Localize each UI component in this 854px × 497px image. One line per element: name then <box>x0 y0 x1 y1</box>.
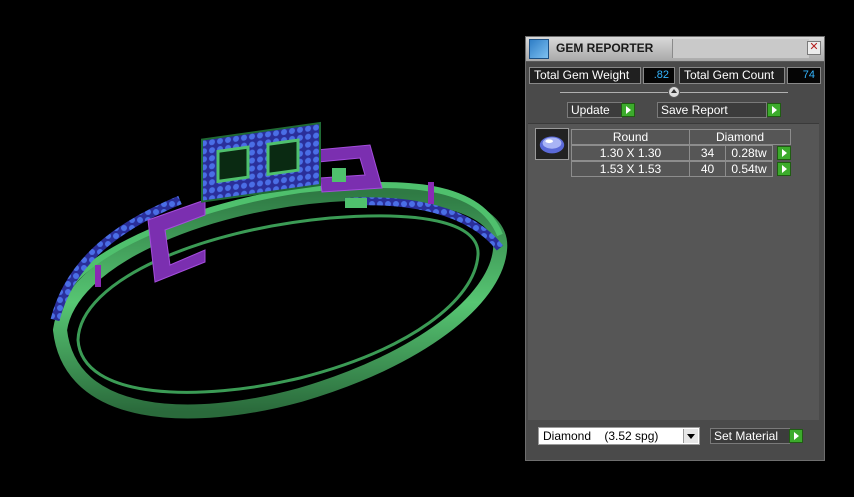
update-button[interactable]: Update <box>567 102 622 118</box>
update-play-arrow-icon[interactable] <box>621 103 635 117</box>
row-2-size: 1.53 X 1.53 <box>571 161 690 177</box>
total-gem-count-value: 74 <box>787 67 821 84</box>
total-gem-weight-value: .82 <box>643 67 675 84</box>
bracelet-model <box>50 121 508 419</box>
3d-viewport[interactable] <box>0 0 520 492</box>
row-2-weight: 0.54tw <box>725 161 773 177</box>
header-shape: Round <box>571 129 690 145</box>
row-1-play-arrow-icon[interactable] <box>777 146 791 160</box>
titlebar-handle <box>672 39 809 58</box>
dropdown-arrow-icon[interactable] <box>683 429 698 443</box>
total-gem-count-label: Total Gem Count <box>679 67 785 84</box>
gem-thumbnail-icon[interactable] <box>535 128 569 160</box>
material-select[interactable]: Diamond (3.52 spg) <box>538 427 700 445</box>
divider-toggle-icon[interactable] <box>668 86 680 98</box>
row-1-count: 34 <box>689 145 726 161</box>
header-material: Diamond <box>689 129 791 145</box>
close-icon[interactable]: ✕ <box>807 41 821 55</box>
save-report-play-arrow-icon[interactable] <box>767 103 781 117</box>
total-gem-weight-label: Total Gem Weight <box>529 67 641 84</box>
row-1-weight: 0.28tw <box>725 145 773 161</box>
row-2-count: 40 <box>689 161 726 177</box>
set-material-button[interactable]: Set Material <box>710 428 790 444</box>
panel-title: GEM REPORTER <box>556 41 654 55</box>
row-1-size: 1.30 X 1.30 <box>571 145 690 161</box>
material-select-value: Diamond (3.52 spg) <box>543 429 659 443</box>
panel-titlebar[interactable]: GEM REPORTER ✕ <box>526 37 824 62</box>
save-report-button[interactable]: Save Report <box>657 102 767 118</box>
gem-reporter-panel: GEM REPORTER ✕ Total Gem Weight .82 Tota… <box>525 36 825 461</box>
row-2-play-arrow-icon[interactable] <box>777 162 791 176</box>
set-material-play-arrow-icon[interactable] <box>789 429 803 443</box>
gem-reporter-app-icon <box>529 39 549 59</box>
